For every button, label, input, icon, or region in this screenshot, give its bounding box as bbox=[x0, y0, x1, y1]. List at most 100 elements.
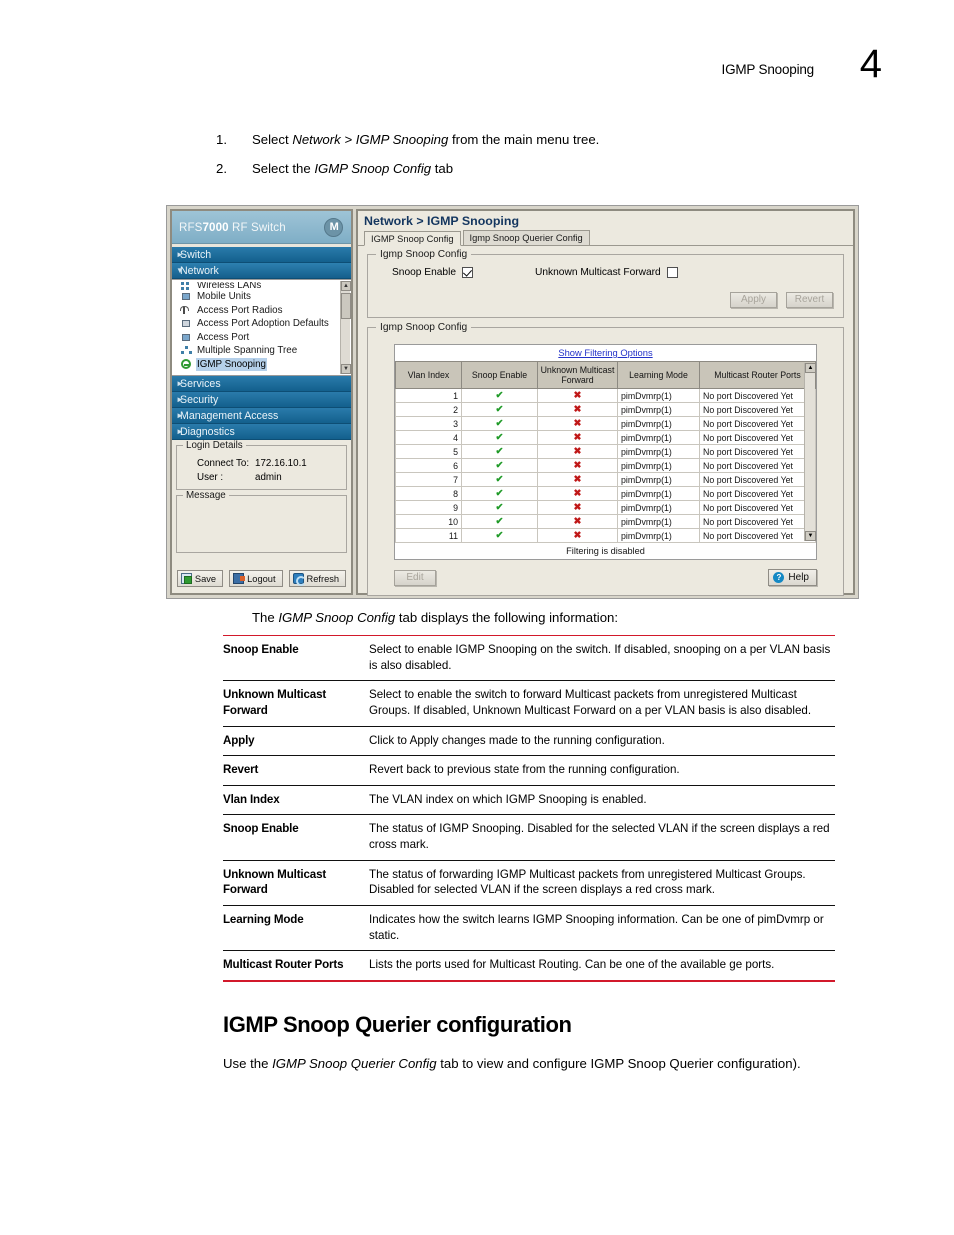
check-icon: ✔ bbox=[495, 516, 504, 528]
table-row[interactable]: 2 ✔ ✖ pimDvmrp(1) No port Discovered Yet bbox=[395, 402, 816, 418]
refresh-label: Refresh bbox=[306, 573, 340, 584]
nav-group-services[interactable]: ► Services bbox=[172, 376, 351, 392]
cell-snoop: ✔ bbox=[461, 514, 538, 530]
scroll-down-icon[interactable]: ▼ bbox=[341, 364, 351, 374]
definition-table: Snoop Enable Select to enable IGMP Snoop… bbox=[223, 634, 835, 980]
tree-item-multiple-spanning-tree[interactable]: Multiple Spanning Tree bbox=[176, 344, 351, 358]
section-heading: IGMP Snoop Querier configuration bbox=[223, 1012, 572, 1037]
cell-mode: pimDvmrp(1) bbox=[617, 486, 700, 502]
definition-term: Vlan Index bbox=[223, 784, 365, 815]
revert-button[interactable]: Revert bbox=[786, 292, 833, 308]
grid-action-row: Edit ? Help bbox=[394, 569, 817, 587]
tab-igmp-snoop-querier-config[interactable]: Igmp Snoop Querier Config bbox=[462, 230, 590, 245]
cell-mode: pimDvmrp(1) bbox=[617, 444, 700, 460]
nav-group-security[interactable]: ► Security bbox=[172, 392, 351, 408]
nav-group-diagnostics[interactable]: ► Diagnostics bbox=[172, 424, 351, 440]
definition-description: Click to Apply changes made to the runni… bbox=[365, 725, 835, 756]
cross-icon: ✖ bbox=[573, 446, 582, 458]
tree-item-mobile-units[interactable]: Mobile Units bbox=[176, 290, 351, 304]
spanning-tree-icon bbox=[180, 345, 193, 356]
table-row[interactable]: 6 ✔ ✖ pimDvmrp(1) No port Discovered Yet bbox=[395, 458, 816, 474]
cell-vlan: 6 bbox=[395, 458, 462, 474]
tab-igmp-snoop-config[interactable]: IGMP Snoop Config bbox=[364, 231, 461, 246]
table-row[interactable]: 3 ✔ ✖ pimDvmrp(1) No port Discovered Yet bbox=[395, 416, 816, 432]
table-row[interactable]: 4 ✔ ✖ pimDvmrp(1) No port Discovered Yet bbox=[395, 430, 816, 446]
cell-mode: pimDvmrp(1) bbox=[617, 402, 700, 418]
cell-mode: pimDvmrp(1) bbox=[617, 416, 700, 432]
chevron-right-icon: ► bbox=[176, 427, 184, 436]
check-icon: ✔ bbox=[495, 488, 504, 500]
edit-button[interactable]: Edit bbox=[394, 569, 436, 586]
col-learning-mode: Learning Mode bbox=[617, 360, 700, 390]
table-row[interactable]: 8 ✔ ✖ pimDvmrp(1) No port Discovered Yet bbox=[395, 486, 816, 502]
definition-description: Revert back to previous state from the r… bbox=[365, 755, 835, 786]
wireless-lan-icon bbox=[180, 282, 193, 290]
definition-term: Unknown Multicast Forward bbox=[223, 680, 365, 727]
cell-vlan: 7 bbox=[395, 472, 462, 488]
save-button[interactable]: Save bbox=[176, 570, 224, 587]
refresh-button[interactable]: Refresh bbox=[288, 570, 347, 587]
step-number: 1. bbox=[216, 132, 227, 147]
table-header-row: Vlan Index Snoop Enable Unknown Multicas… bbox=[395, 360, 816, 390]
unknown-multicast-forward-checkbox[interactable] bbox=[666, 267, 678, 278]
nav-group-label: Management Access bbox=[180, 410, 279, 422]
motorola-logo-icon: M bbox=[324, 218, 343, 237]
scroll-up-icon[interactable]: ▲ bbox=[805, 363, 816, 373]
cell-mode: pimDvmrp(1) bbox=[617, 430, 700, 446]
definition-description: Indicates how the switch learns IGMP Sno… bbox=[365, 905, 835, 951]
table-row[interactable]: 1 ✔ ✖ pimDvmrp(1) No port Discovered Yet bbox=[395, 388, 816, 404]
definition-description: Lists the ports used for Multicast Routi… bbox=[365, 950, 835, 980]
cross-icon: ✖ bbox=[573, 460, 582, 472]
col-unknown-multicast-forward: Unknown Multicast Forward bbox=[537, 360, 618, 390]
logout-button[interactable]: Logout bbox=[229, 570, 283, 587]
cross-icon: ✖ bbox=[573, 474, 582, 486]
scroll-down-icon[interactable]: ▼ bbox=[805, 531, 816, 542]
chapter-number: 4 bbox=[859, 42, 882, 86]
adoption-defaults-icon bbox=[180, 318, 193, 329]
cell-ports: No port Discovered Yet bbox=[699, 514, 816, 530]
grid-scrollbar[interactable]: ▲ ▼ bbox=[804, 363, 816, 542]
tree-item-access-port-radios[interactable]: Access Port Radios bbox=[176, 304, 351, 318]
tree-item-igmp-snooping[interactable]: IGMP Snooping bbox=[176, 357, 351, 371]
show-filtering-options-link[interactable]: Show Filtering Options bbox=[395, 345, 816, 361]
cell-vlan: 8 bbox=[395, 486, 462, 502]
cell-vlan: 11 bbox=[395, 528, 462, 544]
nav-group-switch[interactable]: ► Switch bbox=[172, 247, 351, 263]
step-item: 2. Select the IGMP Snoop Config tab bbox=[216, 160, 876, 178]
table-row[interactable]: 9 ✔ ✖ pimDvmrp(1) No port Discovered Yet bbox=[395, 500, 816, 516]
tree-item-access-port[interactable]: Access Port bbox=[176, 331, 351, 345]
cell-ports: No port Discovered Yet bbox=[699, 416, 816, 432]
cell-vlan: 9 bbox=[395, 500, 462, 516]
cross-icon: ✖ bbox=[573, 488, 582, 500]
table-row[interactable]: 5 ✔ ✖ pimDvmrp(1) No port Discovered Yet bbox=[395, 444, 816, 460]
help-button[interactable]: ? Help bbox=[768, 569, 817, 587]
nav-group-network[interactable]: ▼ Network bbox=[172, 263, 351, 279]
connect-to-row: Connect To: 172.16.10.1 bbox=[197, 458, 340, 469]
tree-item-label: Mobile Units bbox=[197, 291, 251, 302]
save-label: Save bbox=[194, 573, 217, 584]
nav-group-management-access[interactable]: ► Management Access bbox=[172, 408, 351, 424]
scroll-up-icon[interactable]: ▲ bbox=[341, 281, 351, 291]
cell-mode: pimDvmrp(1) bbox=[617, 458, 700, 474]
snoop-enable-checkbox[interactable] bbox=[462, 267, 474, 278]
nav-group-label: Security bbox=[180, 394, 219, 406]
table-row[interactable]: 11 ✔ ✖ pimDvmrp(1) No port Discovered Yet bbox=[395, 528, 816, 544]
table-row[interactable]: 7 ✔ ✖ pimDvmrp(1) No port Discovered Yet bbox=[395, 472, 816, 488]
tree-item-label: Wireless LANs bbox=[197, 282, 262, 290]
definition-row: Unknown Multicast Forward The status of … bbox=[223, 859, 835, 906]
network-tree[interactable]: Wireless LANs Mobile Units Access Port R… bbox=[172, 279, 351, 376]
definition-term: Multicast Router Ports bbox=[223, 950, 365, 980]
tree-item-wireless-lans[interactable]: Wireless LANs bbox=[176, 282, 351, 290]
cell-vlan: 4 bbox=[395, 430, 462, 446]
scroll-thumb[interactable] bbox=[341, 293, 351, 319]
tree-item-access-port-adoption-defaults[interactable]: Access Port Adoption Defaults bbox=[176, 317, 351, 331]
apply-button[interactable]: Apply bbox=[730, 292, 777, 308]
tree-scrollbar[interactable]: ▲ ▼ bbox=[340, 281, 351, 374]
switch-sidebar: RFS7000 RF Switch M ► Switch ▼ Network W… bbox=[170, 209, 353, 595]
tree-item-label: Access Port bbox=[197, 331, 250, 343]
cell-snoop: ✔ bbox=[461, 486, 538, 502]
table-row[interactable]: 10 ✔ ✖ pimDvmrp(1) No port Discovered Yet bbox=[395, 514, 816, 530]
login-details-legend: Login Details bbox=[183, 440, 246, 451]
cross-icon: ✖ bbox=[573, 432, 582, 444]
check-icon: ✔ bbox=[495, 502, 504, 514]
